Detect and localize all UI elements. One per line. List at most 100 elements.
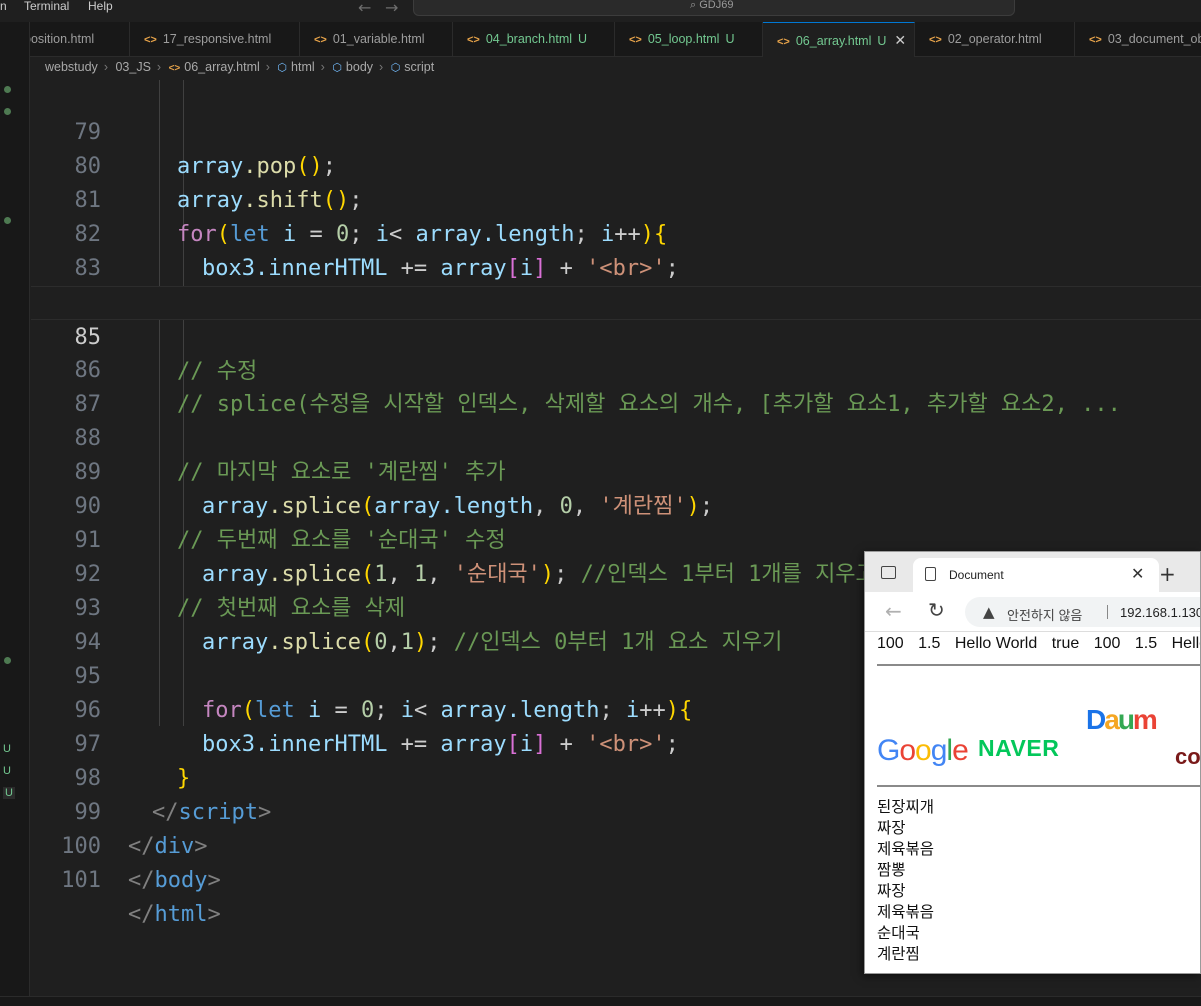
page-content: 100 1.5 Hello World true 100 1.5 Hello W… — [865, 632, 1200, 973]
code-line[interactable]: 86 // splice(수정을 시작할 인덱스, 삭제할 요소의 개수, [추… — [31, 320, 1201, 417]
code-line[interactable]: 91 array.splice(1, 1, '순대국'); //인덱스 1부터 … — [31, 490, 1201, 587]
untracked-badge: U — [877, 34, 887, 48]
element-icon: ⬡ — [390, 62, 401, 74]
code-line[interactable]: 84 — [31, 252, 1201, 315]
status-bar — [0, 996, 1201, 1006]
chevron-right-icon: › — [156, 60, 162, 74]
untracked-badge: U — [578, 32, 588, 46]
tab-05-loop[interactable]: <> 05_loop.html U — [615, 22, 763, 57]
html-file-icon: <> — [629, 34, 642, 46]
list-item: 제육볶음 — [877, 841, 935, 858]
title-bar: n Terminal Help ← → ⌕ GDJ69 — [0, 0, 1201, 22]
forward-arrow-icon[interactable]: → — [385, 0, 398, 17]
git-dot-icon — [4, 108, 11, 115]
list-item: 된장찌개 — [877, 799, 935, 816]
back-icon[interactable]: ← — [885, 599, 902, 623]
code-line-current[interactable]: 85 // 수정 — [31, 286, 1201, 384]
browser-tab-strip: Document ✕ + — [865, 552, 1200, 592]
breadcrumb-webstudy[interactable]: webstudy — [45, 60, 98, 74]
html-file-icon: <> — [467, 34, 480, 46]
tab-06-array[interactable]: <> 06_array.html U ✕ — [763, 22, 915, 57]
new-tab-icon[interactable]: + — [1159, 562, 1176, 586]
url-text[interactable]: 192.168.1.130 — [1120, 605, 1200, 620]
list-item: 계란찜 — [877, 946, 920, 963]
menu-terminal[interactable]: Terminal — [24, 0, 69, 12]
close-icon[interactable]: ✕ — [1131, 564, 1144, 583]
menu-help[interactable]: Help — [88, 0, 113, 12]
warning-icon[interactable]: ▲ — [983, 603, 995, 621]
list-item: 짜장 — [877, 883, 906, 900]
browser-window[interactable]: Document ✕ + ← ↻ ▲ 안전하지 않음 192.168.1.130… — [864, 551, 1201, 974]
divider — [877, 664, 1200, 666]
line-number: 101 — [61, 868, 101, 893]
reload-icon[interactable]: ↻ — [928, 598, 945, 622]
html-file-icon: <> — [314, 34, 327, 46]
activity-bar: U U U — [0, 22, 30, 1006]
breadcrumb-file[interactable]: 06_array.html — [184, 60, 260, 74]
list-item: 순대국 — [877, 925, 920, 942]
element-icon: ⬡ — [332, 62, 342, 74]
breadcrumb-body[interactable]: body — [346, 60, 373, 74]
tab-17-responsive[interactable]: <> 17_responsive.html — [130, 22, 300, 57]
chevron-right-icon: › — [103, 60, 108, 74]
value-item: 100 — [877, 635, 904, 652]
co-logo[interactable]: co — [1175, 744, 1200, 770]
list-item: 짜장 — [877, 820, 906, 837]
daum-logo[interactable]: Daum — [1086, 704, 1158, 736]
code-line[interactable]: 81 for(let i = 0; i< array.length; i++){ — [31, 150, 1201, 247]
document-icon — [925, 567, 936, 581]
git-dot-icon — [4, 217, 11, 224]
back-arrow-icon[interactable]: ← — [358, 0, 371, 17]
menu-run[interactable]: n — [0, 0, 7, 12]
tab-01-variable[interactable]: <> 01_variable.html — [300, 22, 453, 57]
list-item: 제육볶음 — [877, 904, 935, 921]
code-line[interactable]: 87 — [31, 354, 1201, 417]
food-list: 된장찌개 짜장 제육볶음 짬뽕 짜장 제육볶음 순대국 계란찜 — [877, 797, 934, 965]
search-icon: ⌕ — [690, 0, 700, 11]
tab-02-operator[interactable]: <> 02_operator.html — [915, 22, 1075, 57]
code-line[interactable]: 80 array.shift(); — [31, 116, 1201, 213]
code-line[interactable]: 82 box3.innerHTML += array[i] + '<br>'; — [31, 184, 1201, 281]
chevron-right-icon: › — [379, 60, 384, 74]
breadcrumb-script[interactable]: script — [404, 60, 434, 74]
breadcrumb-03-js[interactable]: 03_JS — [115, 60, 150, 74]
untracked-badge: U — [3, 743, 11, 755]
value-item: 1.5 — [918, 635, 941, 652]
untracked-badge: U — [3, 787, 15, 799]
close-tab-icon[interactable]: ✕ — [894, 32, 906, 48]
value-item: Hello W — [1171, 635, 1200, 652]
element-icon: ⬡ — [277, 62, 288, 74]
browser-tab[interactable]: Document ✕ — [913, 558, 1159, 592]
values-row: 100 1.5 Hello World true 100 1.5 Hello W — [877, 635, 1200, 653]
value-item: Hello World — [954, 635, 1038, 652]
value-item: true — [1051, 635, 1080, 652]
breadcrumb-html[interactable]: html — [291, 60, 315, 74]
editor-tabs: position.html <> 17_responsive.html <> 01_… — [0, 22, 1201, 57]
html-file-icon: <> — [929, 34, 942, 46]
search-label: ⌕ GDJ69 — [690, 0, 734, 11]
code-line[interactable]: 90 // 두번째 요소를 '순대국' 수정 — [31, 456, 1201, 553]
html-file-icon: <> — [777, 36, 790, 48]
breadcrumb: webstudy › 03_JS › <> 06_array.html › ⬡ html ›… — [45, 60, 436, 78]
browser-tab-title: Document — [949, 568, 1004, 582]
value-item: 100 — [1093, 635, 1121, 652]
security-status[interactable]: 안전하지 않음 — [1007, 605, 1082, 624]
chevron-right-icon: › — [265, 60, 270, 74]
html-file-icon: <> — [168, 63, 181, 74]
code-line[interactable]: 79 array.pop(); — [31, 82, 1201, 179]
tab-03-document[interactable]: <> 03_document_ob — [1075, 22, 1201, 57]
address-bar[interactable]: ▲ 안전하지 않음 192.168.1.130 — [965, 597, 1200, 627]
divider — [1107, 605, 1108, 619]
tab-actions-icon[interactable] — [881, 566, 896, 579]
git-dot-icon — [4, 657, 11, 664]
naver-logo[interactable]: NAVER — [978, 735, 1059, 762]
google-logo[interactable]: Google — [877, 734, 969, 768]
untracked-badge: U — [3, 765, 11, 777]
chevron-right-icon: › — [320, 60, 325, 74]
untracked-badge: U — [725, 32, 735, 46]
code-line[interactable]: 89 array.splice(array.length, 0, '계란찜'); — [31, 422, 1201, 519]
html-file-icon: <> — [144, 34, 157, 46]
code-line[interactable]: 88 // 마지막 요소로 '계란찜' 추가 — [31, 388, 1201, 485]
tab-04-branch[interactable]: <> 04_branch.html U — [453, 22, 615, 57]
code-line[interactable]: 83 } — [31, 218, 1201, 315]
